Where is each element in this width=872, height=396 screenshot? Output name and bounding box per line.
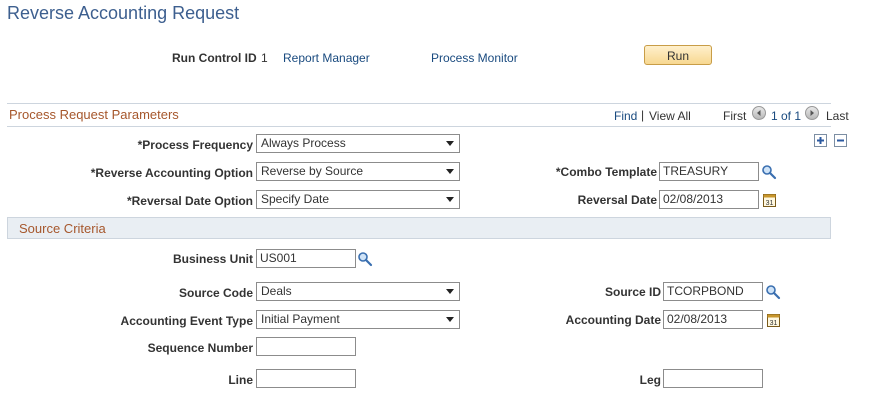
process-request-parameters-title: Process Request Parameters xyxy=(9,107,179,122)
source-id-input[interactable]: TCORPBOND xyxy=(663,282,763,301)
find-link[interactable]: Find xyxy=(614,109,637,123)
find-separator: | xyxy=(641,108,645,122)
source-id-search-icon[interactable] xyxy=(765,284,781,300)
source-criteria-header: Source Criteria xyxy=(7,217,831,239)
first-label: First xyxy=(723,109,747,123)
reverse-accounting-option-value: Reverse by Source xyxy=(261,164,364,178)
chevron-down-icon xyxy=(446,317,454,322)
svg-text:31: 31 xyxy=(766,200,774,207)
add-row-button[interactable] xyxy=(814,134,827,147)
run-control-id-value: 1 xyxy=(261,51,268,65)
process-frequency-value: Always Process xyxy=(261,136,346,150)
chevron-down-icon xyxy=(446,289,454,294)
row-count: 1 of 1 xyxy=(771,109,802,123)
process-monitor-link[interactable]: Process Monitor xyxy=(431,51,518,65)
accounting-date-input[interactable]: 02/08/2013 xyxy=(663,310,763,329)
last-label: Last xyxy=(826,109,849,123)
previous-row-icon[interactable] xyxy=(752,106,766,120)
accounting-event-type-label: Accounting Event Type xyxy=(120,314,253,328)
reverse-accounting-option-select[interactable]: Reverse by Source xyxy=(256,162,460,181)
source-code-select[interactable]: Deals xyxy=(256,282,460,301)
run-button[interactable]: Run xyxy=(644,45,712,65)
reversal-date-option-select[interactable]: Specify Date xyxy=(256,190,460,209)
reversal-date-option-value: Specify Date xyxy=(261,192,330,206)
run-control-id-label: Run Control ID xyxy=(172,51,257,65)
accounting-date-label: Accounting Date xyxy=(565,313,661,327)
reversal-date-label: Reversal Date xyxy=(577,193,657,207)
chevron-down-icon xyxy=(446,169,454,174)
combo-template-input[interactable]: TREASURY xyxy=(659,162,759,181)
sequence-number-label: Sequence Number xyxy=(147,341,253,355)
reversal-date-input[interactable]: 02/08/2013 xyxy=(659,190,759,209)
reversal-date-option-label: *Reversal Date Option xyxy=(126,194,253,208)
source-code-value: Deals xyxy=(261,284,292,298)
leg-input[interactable] xyxy=(663,369,763,388)
combo-template-search-icon[interactable] xyxy=(761,164,777,180)
business-unit-label: Business Unit xyxy=(172,252,253,266)
svg-text:31: 31 xyxy=(770,320,778,327)
chevron-down-icon xyxy=(446,141,454,146)
business-unit-input[interactable]: US001 xyxy=(256,249,356,268)
line-label: Line xyxy=(228,373,253,387)
calendar-icon[interactable]: 31 xyxy=(763,193,776,207)
view-all-link[interactable]: View All xyxy=(649,109,691,123)
accounting-event-type-select[interactable]: Initial Payment xyxy=(256,310,460,329)
report-manager-link[interactable]: Report Manager xyxy=(283,51,370,65)
source-criteria-title: Source Criteria xyxy=(19,221,106,236)
delete-row-button[interactable] xyxy=(834,134,847,147)
chevron-down-icon xyxy=(446,197,454,202)
process-frequency-select[interactable]: Always Process xyxy=(256,134,460,153)
next-row-icon[interactable] xyxy=(805,106,819,120)
calendar-icon[interactable]: 31 xyxy=(767,313,780,327)
accounting-event-type-value: Initial Payment xyxy=(261,312,340,326)
leg-label: Leg xyxy=(639,373,661,387)
business-unit-search-icon[interactable] xyxy=(357,251,373,267)
combo-template-label: *Combo Template xyxy=(555,165,657,179)
sequence-number-input[interactable] xyxy=(256,337,356,356)
reverse-accounting-option-label: *Reverse Accounting Option xyxy=(90,166,253,180)
process-request-parameters-header: Process Request Parameters xyxy=(7,103,831,127)
source-id-label: Source ID xyxy=(604,285,661,299)
source-code-label: Source Code xyxy=(178,286,253,300)
line-input[interactable] xyxy=(256,369,356,388)
page-title: Reverse Accounting Request xyxy=(7,3,240,23)
process-frequency-label: *Process Frequency xyxy=(137,138,253,152)
